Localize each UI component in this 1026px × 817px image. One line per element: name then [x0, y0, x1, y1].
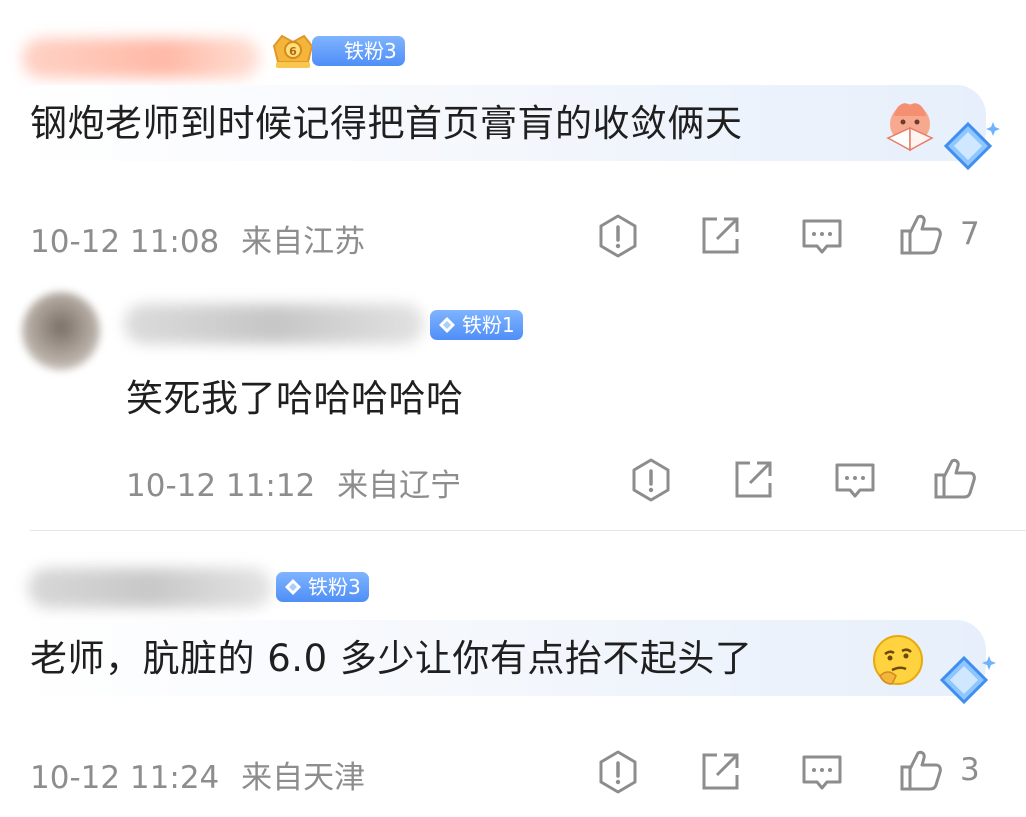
fan-badge-label: 铁粉3: [344, 39, 397, 63]
reply-icon[interactable]: [799, 749, 845, 795]
diamond-decoration-icon: [938, 118, 1000, 174]
fan-badge-label: 铁粉3: [308, 575, 361, 599]
comment-location: 来自天津: [241, 760, 366, 796]
comment-time: 10-12 11:12: [126, 468, 316, 504]
username-blurred[interactable]: [28, 568, 272, 608]
diamond-icon: [285, 579, 301, 595]
comment-time: 10-12 11:08: [30, 224, 220, 260]
report-icon[interactable]: [595, 749, 641, 795]
like-count: 3: [960, 752, 980, 788]
share-icon[interactable]: [730, 457, 776, 503]
share-icon[interactable]: [697, 749, 743, 795]
comment-time: 10-12 11:24: [30, 760, 220, 796]
comment-text: 老师，肮脏的 6.0 多少让你有点抬不起头了: [30, 637, 753, 680]
reply-icon[interactable]: [799, 213, 845, 259]
comment-location: 来自辽宁: [337, 468, 462, 504]
comment-meta: 10-12 11:24 来自天津: [30, 752, 365, 797]
report-icon[interactable]: [595, 213, 641, 259]
diamond-decoration-icon: [934, 652, 996, 708]
fan-badge[interactable]: 铁粉1: [430, 310, 523, 340]
comment-meta: 10-12 11:08 来自江苏: [30, 216, 365, 261]
svg-text:6: 6: [289, 45, 297, 58]
comment-text: 笑死我了哈哈哈哈哈: [126, 377, 464, 420]
like-icon[interactable]: [898, 211, 944, 257]
report-icon[interactable]: [628, 457, 674, 503]
reply-icon[interactable]: [832, 457, 878, 503]
like-count: 7: [960, 216, 980, 252]
share-icon[interactable]: [697, 213, 743, 259]
fan-badge[interactable]: 铁粉3: [276, 572, 369, 602]
divider: [30, 530, 1026, 531]
avatar[interactable]: [22, 292, 100, 370]
thinking-face-emoji-icon: [870, 632, 926, 688]
like-icon[interactable]: [932, 455, 978, 501]
username-blurred[interactable]: [124, 304, 424, 344]
fan-crown-icon: 6: [268, 28, 318, 72]
fan-face-emoji-icon: [880, 98, 940, 154]
fan-badge-label: 铁粉1: [462, 313, 515, 337]
comment-meta: 10-12 11:12 来自辽宁: [126, 460, 461, 505]
diamond-icon: [439, 317, 455, 333]
fan-badge[interactable]: 铁粉3: [312, 36, 405, 66]
comment-location: 来自江苏: [241, 224, 366, 260]
like-icon[interactable]: [898, 747, 944, 793]
comment-text: 钢炮老师到时候记得把首页膏肓的收敛俩天: [30, 102, 743, 145]
username-blurred[interactable]: [22, 38, 260, 78]
